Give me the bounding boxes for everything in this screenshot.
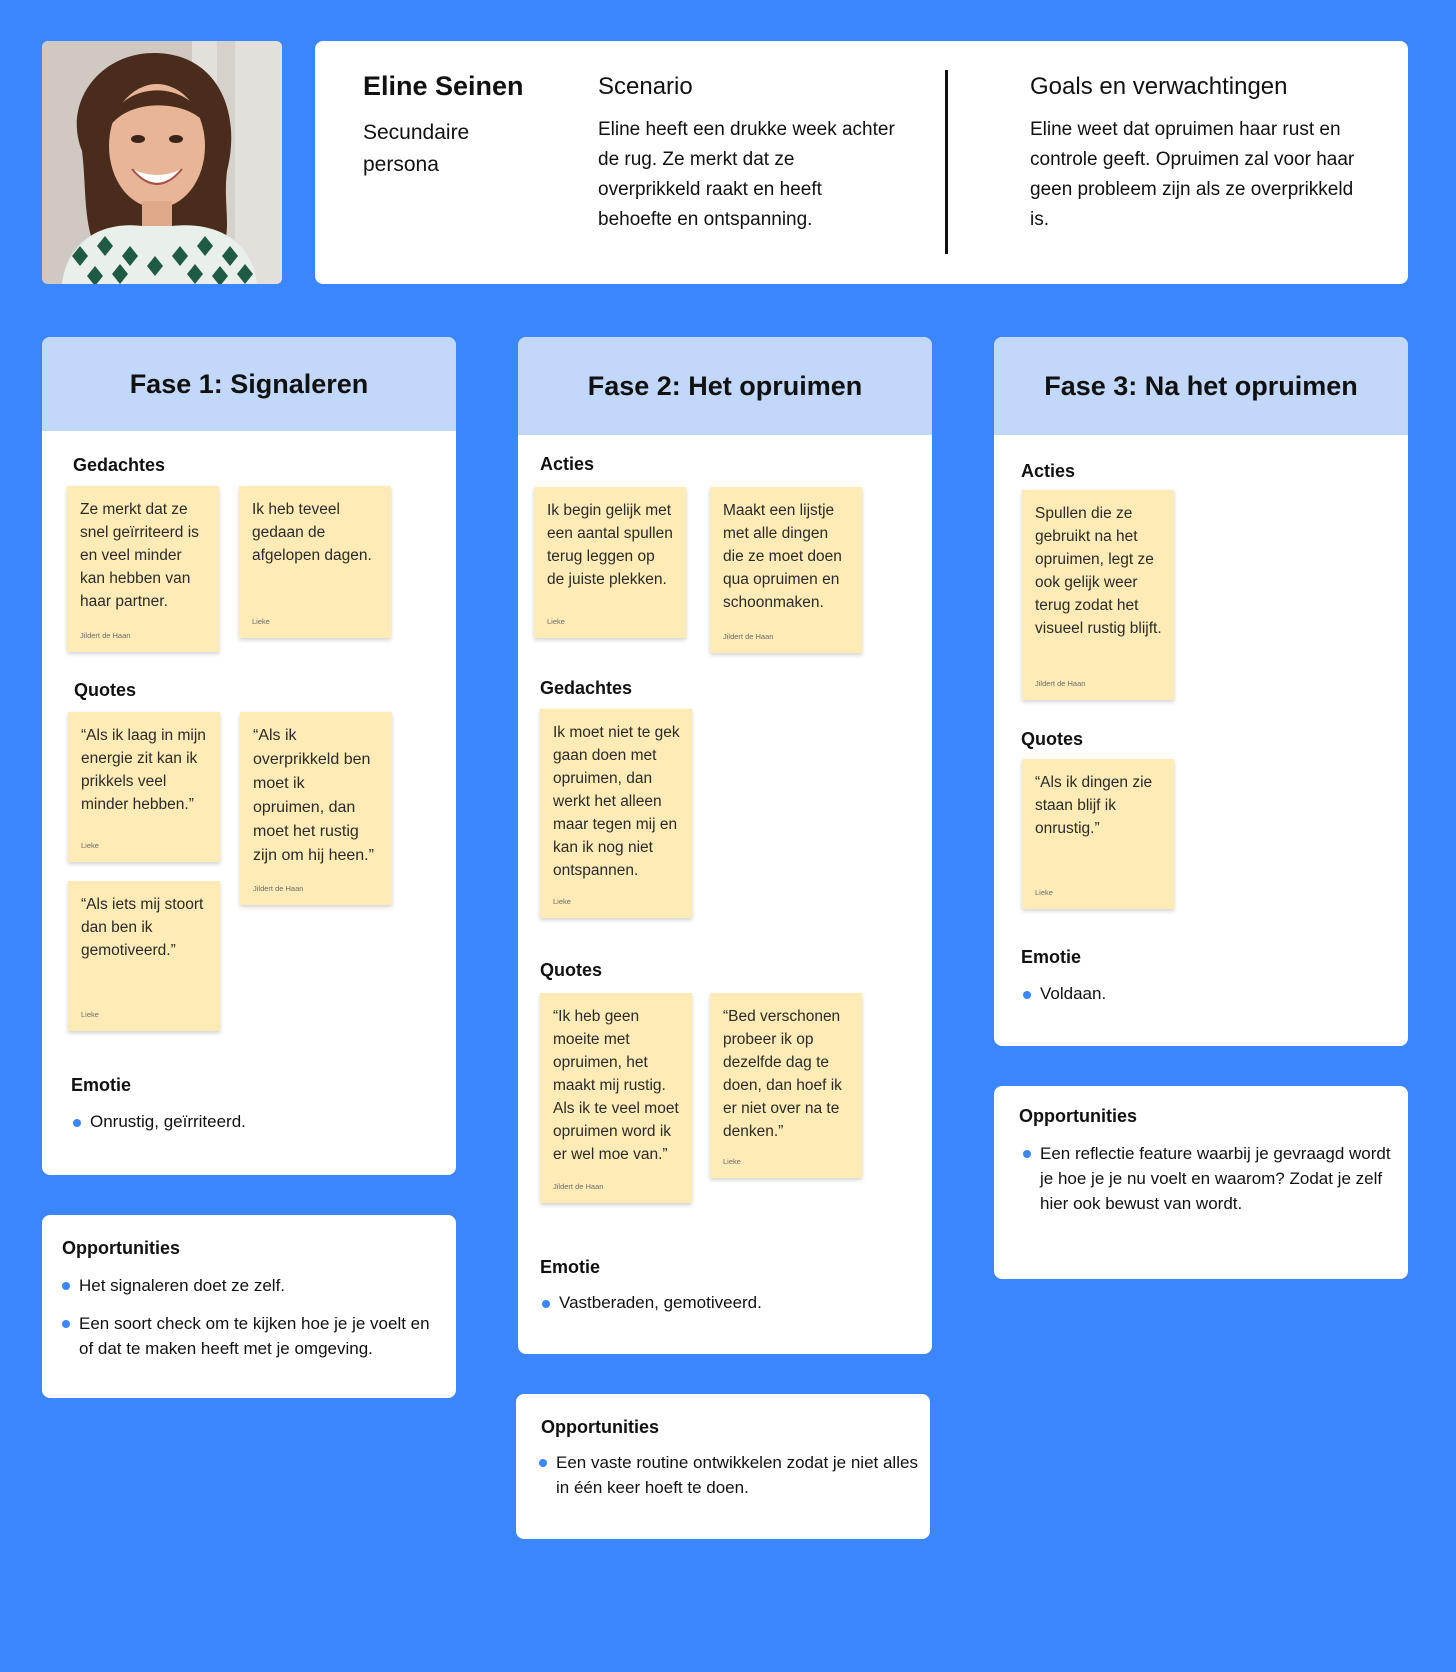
bullet-icon (62, 1320, 70, 1328)
note-text: “Als ik laag in mijn energie zit kan ik … (81, 727, 206, 813)
opportunities-list: Een reflectie feature waarbij je gevraag… (1023, 1141, 1393, 1229)
note-author: Jildert de Haan (553, 1182, 604, 1191)
sticky-note: Ik moet niet te gek gaan doen met opruim… (540, 709, 692, 918)
section-title: Gedachtes (73, 455, 166, 475)
goals-text: Eline weet dat opruimen haar rust en con… (1030, 119, 1355, 230)
emotion-item: Voldaan. (1023, 984, 1106, 1004)
persona-role: Secundaire persona (363, 121, 470, 176)
emotion-title: Emotie (71, 1075, 132, 1095)
note-text: Ik heb teveel gedaan de afgelopen dagen. (252, 501, 372, 564)
sticky-note: Maakt een lijstje met alle dingen die ze… (710, 487, 862, 653)
emotion-title: Emotie (1021, 947, 1082, 967)
phase-title: Fase 2: Het opruimen (518, 337, 932, 435)
scenario-title: Scenario (598, 73, 693, 100)
section-title: Acties (540, 454, 595, 474)
bullet-icon (73, 1119, 81, 1127)
note-text: Ze merkt dat ze snel geïrriteerd is en v… (80, 501, 199, 610)
persona-name: Eline Seinen (363, 71, 524, 101)
opportunity-text: Het signaleren doet ze zelf. (79, 1276, 286, 1295)
note-author: Lieke (1035, 888, 1053, 897)
persona-photo (42, 41, 282, 284)
section-title: Quotes (74, 680, 137, 700)
bullet-icon (539, 1459, 547, 1467)
phase-3-card: Fase 3: Na het opruimen Acties Spullen d… (994, 337, 1408, 1046)
emotion-text: Vastberaden, gemotiveerd. (559, 1293, 762, 1312)
phase-2-card: Fase 2: Het opruimen Acties Ik begin gel… (518, 337, 932, 1354)
note-text: “Bed verschonen probeer ik op dezelfde d… (723, 1008, 842, 1140)
note-text: “Als ik dingen zie staan blijf ik onrust… (1035, 774, 1153, 837)
section-title: Acties (1021, 461, 1076, 481)
bullet-icon (1023, 1150, 1031, 1158)
sticky-note: Ze merkt dat ze snel geïrriteerd is en v… (67, 486, 219, 652)
list-item: Een vaste routine ontwikkelen zodat je n… (539, 1450, 919, 1500)
list-item: Een soort check om te kijken hoe je je v… (62, 1311, 442, 1361)
sticky-note: “Ik heb geen moeite met opruimen, het ma… (540, 993, 692, 1203)
section-title: Gedachtes (540, 678, 633, 698)
note-text: “Ik heb geen moeite met opruimen, het ma… (553, 1008, 679, 1163)
note-author: Lieke (547, 617, 565, 626)
note-author: Lieke (723, 1157, 741, 1166)
note-text: Spullen die ze gebruikt na het opruimen,… (1035, 505, 1162, 637)
emotion-text: Onrustig, geïrriteerd. (90, 1112, 246, 1131)
emotion-item: Vastberaden, gemotiveerd. (542, 1293, 762, 1313)
emotion-item: Onrustig, geïrriteerd. (73, 1112, 246, 1132)
opportunities-card: Opportunities Een vaste routine ontwikke… (516, 1394, 930, 1539)
opportunity-text: Een vaste routine ontwikkelen zodat je n… (556, 1453, 918, 1497)
persona-card: Eline Seinen Secundaire persona Scenario… (315, 41, 1408, 284)
opportunities-list: Het signaleren doet ze zelf. Een soort c… (62, 1273, 442, 1374)
note-text: Ik begin gelijk met een aantal spullen t… (547, 502, 673, 588)
bullet-icon (1023, 991, 1031, 999)
list-item: Het signaleren doet ze zelf. (62, 1273, 442, 1298)
note-text: Maakt een lijstje met alle dingen die ze… (723, 502, 842, 611)
opportunities-title: Opportunities (541, 1417, 659, 1437)
opportunities-card: Opportunities Het signaleren doet ze zel… (42, 1215, 456, 1398)
bullet-icon (542, 1300, 550, 1308)
opportunities-title: Opportunities (62, 1238, 180, 1258)
note-text: Ik moet niet te gek gaan doen met opruim… (553, 724, 680, 879)
emotion-title: Emotie (540, 1257, 601, 1277)
opportunities-list: Een vaste routine ontwikkelen zodat je n… (539, 1450, 919, 1513)
note-author: Jildert de Haan (1035, 679, 1086, 688)
sticky-note: “Als ik dingen zie staan blijf ik onrust… (1022, 759, 1174, 909)
goals-title: Goals en verwachtingen (1030, 73, 1288, 100)
opportunity-text: Een reflectie feature waarbij je gevraag… (1040, 1144, 1391, 1213)
phase-title: Fase 1: Signaleren (42, 337, 456, 431)
sticky-note: “Als ik overprikkeld ben moet ik opruime… (240, 712, 392, 905)
note-author: Jildert de Haan (723, 632, 774, 641)
sticky-note: Ik heb teveel gedaan de afgelopen dagen.… (239, 486, 391, 638)
note-author: Lieke (81, 1010, 99, 1019)
phase-1-card: Fase 1: Signaleren Gedachtes Ze merkt da… (42, 337, 456, 1175)
section-title: Quotes (540, 960, 603, 980)
list-item: Een reflectie feature waarbij je gevraag… (1023, 1141, 1393, 1216)
sticky-note: “Bed verschonen probeer ik op dezelfde d… (710, 993, 862, 1178)
note-text: “Als ik overprikkeld ben moet ik opruime… (253, 727, 374, 864)
sticky-note: Ik begin gelijk met een aantal spullen t… (534, 487, 686, 638)
section-title: Quotes (1021, 729, 1084, 749)
opportunities-title: Opportunities (1019, 1106, 1137, 1126)
opportunity-text: Een soort check om te kijken hoe je je v… (79, 1314, 430, 1358)
phase-title: Fase 3: Na het opruimen (994, 337, 1408, 435)
note-author: Lieke (81, 841, 99, 850)
sticky-note: “Als iets mij stoort dan ben ik gemotive… (68, 881, 220, 1031)
divider (945, 70, 948, 254)
note-author: Jildert de Haan (80, 631, 131, 640)
note-text: “Als iets mij stoort dan ben ik gemotive… (81, 896, 204, 959)
sticky-note: “Als ik laag in mijn energie zit kan ik … (68, 712, 220, 862)
note-author: Lieke (252, 617, 270, 626)
bullet-icon (62, 1282, 70, 1290)
sticky-note: Spullen die ze gebruikt na het opruimen,… (1022, 490, 1174, 700)
emotion-text: Voldaan. (1040, 984, 1107, 1003)
opportunities-card: Opportunities Een reflectie feature waar… (994, 1086, 1408, 1279)
note-author: Lieke (553, 897, 571, 906)
note-author: Jildert de Haan (253, 884, 304, 893)
scenario-text: Eline heeft een drukke week achter de ru… (598, 119, 895, 230)
